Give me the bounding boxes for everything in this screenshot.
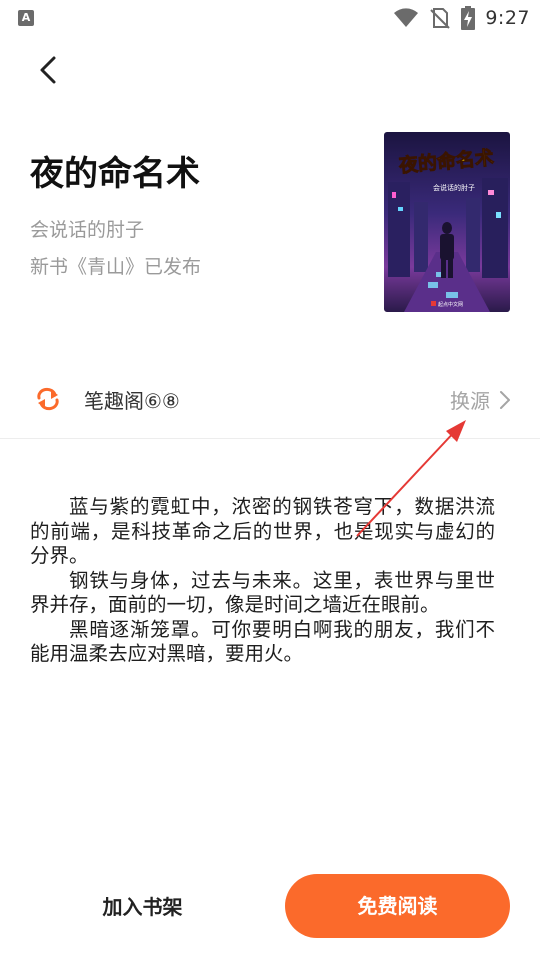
synopsis-paragraph: 蓝与紫的霓虹中，浓密的钢铁苍穹下，数据洪流的前端，是科技革命之后的世界，也是现实… [30,495,495,567]
status-bar: A 9:27 [0,0,540,36]
book-detail-screen: A 9:27 夜的命名术 会说话的肘子 新书《青山》已发布 夜的命名术 会说话的… [0,0,540,960]
cover-author-art: 会说话的肘子 [433,183,475,192]
add-to-bookshelf-button[interactable]: 加入书架 [60,878,225,936]
chevron-left-icon [40,56,56,84]
synopsis-paragraph: 黑暗逐渐笼罩。可你要明白啊我的朋友，我们不能用温柔去应对黑暗，要用火。 [30,617,495,666]
status-icons: 9:27 [393,4,530,32]
status-time: 9:27 [485,7,530,29]
cover-publisher-mark: 起点中文网 [438,301,463,308]
divider [0,438,540,439]
book-title: 夜的命名术 [30,154,200,194]
book-synopsis: 蓝与紫的霓虹中，浓密的钢铁苍穹下，数据洪流的前端，是科技革命之后的世界，也是现实… [30,495,495,667]
battery-charging-icon [461,6,476,30]
free-read-button[interactable]: 免费阅读 [285,874,510,938]
switch-source-button[interactable]: 换源 [450,385,512,414]
synopsis-paragraph: 钢铁与身体，过去与未来。这里，表世界与里世界并存，面前的一切，像是时间之墙近在眼… [30,568,495,617]
source-row[interactable]: 笔趣阁⑥⑧ 换源 [0,372,540,426]
refresh-icon [37,387,59,411]
source-name: 笔趣阁⑥⑧ [84,389,180,413]
book-cover-image: 夜的命名术 会说话的肘子 起点中文网 [384,132,510,312]
wifi-icon [394,8,419,27]
back-button[interactable] [30,50,70,90]
app-notification-icon: A [18,10,34,26]
book-author[interactable]: 会说话的肘子 [30,215,144,242]
no-sim-icon [430,8,451,29]
book-update-notice: 新书《青山》已发布 [30,256,202,278]
chevron-right-icon [500,390,510,409]
switch-source-label: 换源 [450,389,490,413]
